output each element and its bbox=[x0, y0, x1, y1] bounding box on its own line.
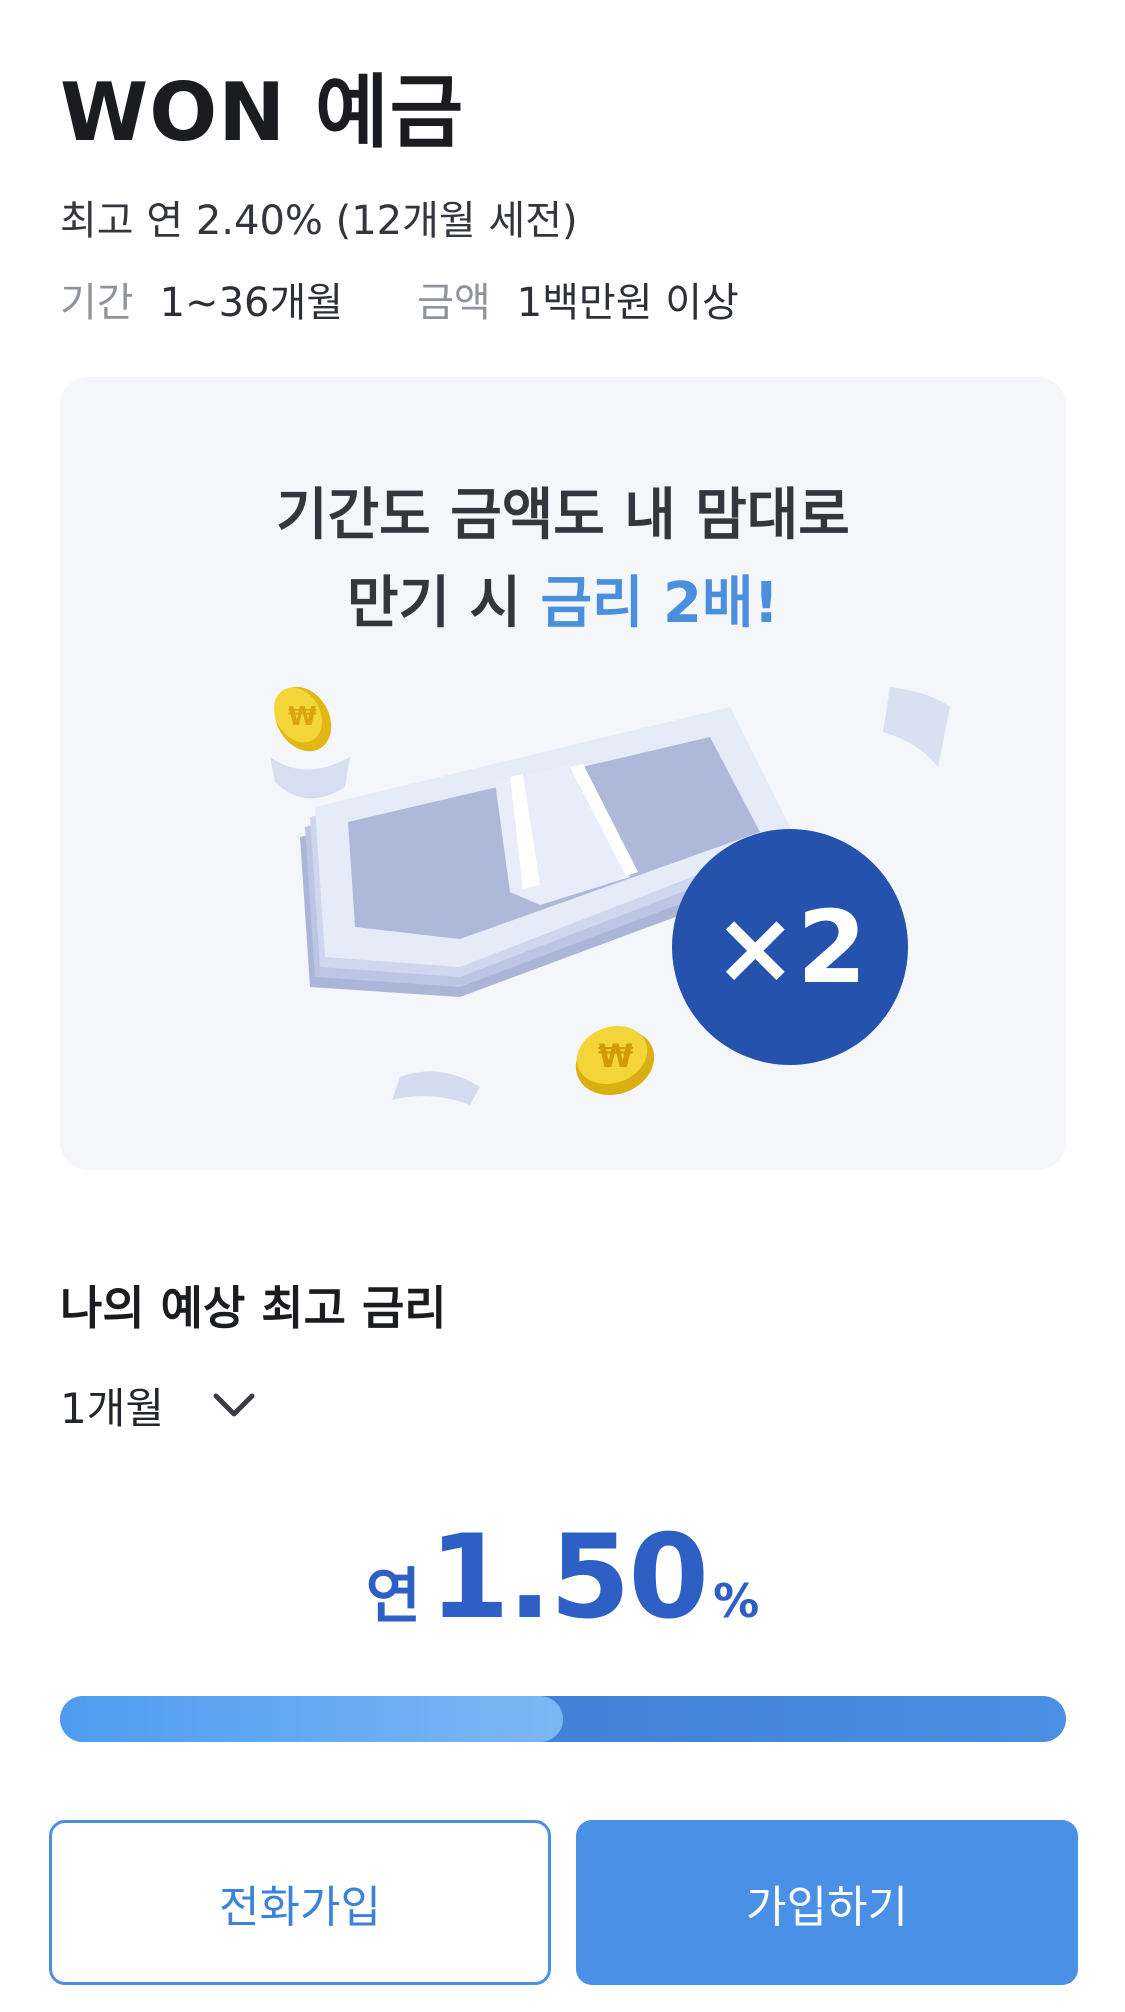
rate-prefix: 연 bbox=[365, 1562, 421, 1632]
promo-line-2-prefix: 만기 시 bbox=[346, 571, 521, 636]
max-rate-subtitle: 최고 연 2.40% (12개월 세전) bbox=[60, 198, 578, 244]
term-value: 1~36개월 bbox=[159, 280, 344, 326]
period-value: 1개월 bbox=[60, 1383, 165, 1433]
svg-text:₩: ₩ bbox=[598, 1037, 633, 1075]
promo-line-1: 기간도 금액도 내 맘대로 bbox=[276, 483, 850, 548]
phone-join-button[interactable]: 전화가입 bbox=[49, 1820, 551, 1985]
page-title: WON 예금 bbox=[60, 66, 465, 159]
amount-label: 금액 bbox=[417, 280, 491, 326]
promo-line-2: 만기 시 금리 2배! bbox=[60, 560, 1066, 648]
join-button[interactable]: 가입하기 bbox=[576, 1820, 1078, 1985]
period-selector[interactable]: 1개월 bbox=[60, 1375, 256, 1435]
svg-text:₩: ₩ bbox=[288, 702, 317, 732]
promo-text: 기간도 금액도 내 맘대로 만기 시 금리 2배! bbox=[60, 472, 1066, 648]
term-label: 기간 bbox=[60, 280, 134, 326]
rate-value: 1.50 bbox=[428, 1510, 709, 1645]
money-stack-icon: ₩ ₩ ×2 bbox=[270, 686, 950, 1105]
promo-highlight: 금리 2배! bbox=[540, 571, 780, 636]
amount-value: 1백만원 이상 bbox=[516, 280, 739, 326]
x2-badge-text: ×2 bbox=[713, 889, 866, 1006]
expected-rate: 연1.50% bbox=[0, 1510, 1125, 1645]
expected-rate-heading: 나의 예상 최고 금리 bbox=[60, 1281, 447, 1335]
rate-progress-fill bbox=[60, 1696, 563, 1742]
rate-unit: % bbox=[713, 1574, 760, 1628]
chevron-down-icon bbox=[213, 1393, 255, 1417]
promo-banner: 기간도 금액도 내 맘대로 만기 시 금리 2배! ₩ ₩ ×2 bbox=[60, 377, 1066, 1170]
product-meta: 기간 1~36개월 금액 1백만원 이상 bbox=[60, 270, 739, 328]
rate-progress-bar bbox=[60, 1696, 1066, 1742]
